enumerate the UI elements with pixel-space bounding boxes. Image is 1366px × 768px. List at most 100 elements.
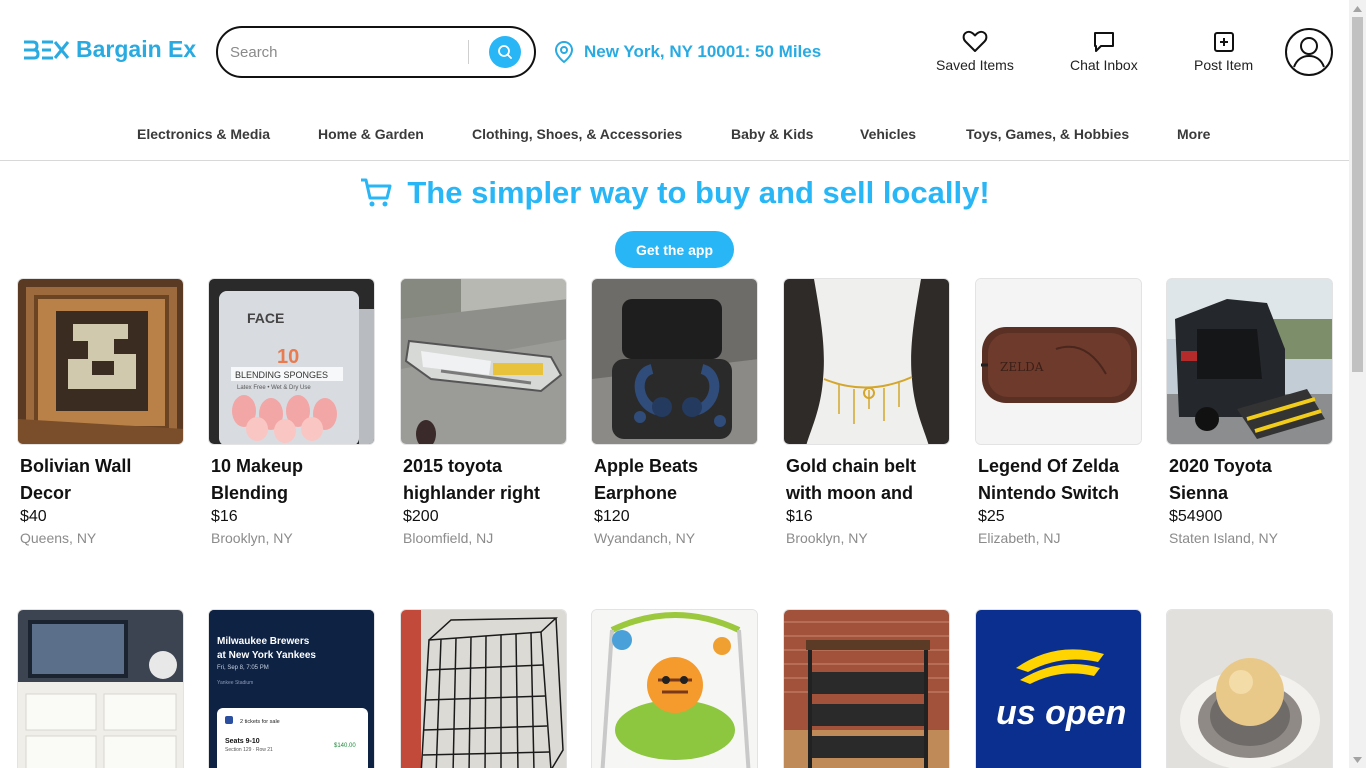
listing-image — [1166, 278, 1333, 445]
listing-card[interactable]: us open — [975, 609, 1142, 768]
listing-price: $54900 — [1169, 508, 1223, 525]
ticket-price-text: $140.00 — [334, 743, 356, 749]
listing-card[interactable]: ZELDA Legend Of Zelda Nintendo Switch $2… — [975, 278, 1142, 546]
listing-image — [783, 609, 950, 768]
listing-card[interactable] — [17, 609, 184, 768]
makeup-num-text: 10 — [277, 346, 299, 368]
listing-image — [17, 278, 184, 445]
search-icon — [498, 45, 512, 59]
listing-image: FACE 10 BLENDING SPONGES Latex Free • We… — [208, 278, 375, 445]
listing-card[interactable]: Gold chain belt with moon and $16 Brookl… — [783, 278, 950, 546]
brand-name: Bargain Ex — [76, 36, 197, 62]
heart-icon — [962, 30, 988, 52]
listing-location: Wyandanch, NY — [594, 530, 696, 546]
listing-location: Brooklyn, NY — [786, 530, 868, 546]
listing-title: 2020 Toyota Sienna — [1169, 456, 1272, 503]
listing-image — [1166, 609, 1333, 768]
listing-card[interactable] — [1166, 609, 1333, 768]
listing-price: $16 — [211, 508, 238, 525]
listing-title: Bolivian Wall Decor — [20, 456, 132, 503]
post-item-button[interactable]: Post Item — [1194, 30, 1253, 73]
category-toys-games[interactable]: Toys, Games, & Hobbies — [966, 126, 1129, 142]
listing-location: Staten Island, NY — [1169, 530, 1278, 546]
listing-image — [400, 278, 567, 445]
category-home-garden[interactable]: Home & Garden — [318, 126, 424, 142]
saved-items-button[interactable]: Saved Items — [936, 30, 1014, 73]
listing-price: $25 — [978, 508, 1005, 525]
site-logo[interactable]: Bargain Ex — [22, 36, 196, 63]
listing-card[interactable]: 2020 Toyota Sienna $54900 Staten Island,… — [1166, 278, 1333, 546]
site-header: Bargain Ex New York, NY 10001: 50 Miles … — [0, 0, 1349, 104]
search-bar — [216, 26, 536, 78]
listing-price: $120 — [594, 508, 630, 525]
page-scrollbar[interactable] — [1349, 0, 1366, 768]
listing-image — [783, 278, 950, 445]
listing-price: $40 — [20, 508, 47, 525]
ticket-section-text: Section 129 · Row 21 — [225, 747, 273, 753]
listing-title: 10 Makeup Blending — [211, 456, 304, 503]
get-the-app-button[interactable]: Get the app — [615, 231, 734, 268]
makeup-brand-text: FACE — [247, 310, 284, 326]
listing-card[interactable]: Apple Beats Earphone $120 Wyandanch, NY — [591, 278, 758, 546]
svg-text:at New York Yankees: at New York Yankees — [217, 650, 316, 661]
ticket-seats-text: Seats 9-10 — [225, 738, 260, 745]
shopping-cart-icon — [361, 178, 392, 207]
listing-card[interactable]: Milwaukee Brewers at New York Yankees Fr… — [208, 609, 375, 768]
promo-banner: The simpler way to buy and sell locally! — [0, 175, 1349, 211]
user-avatar[interactable] — [1284, 27, 1334, 77]
listing-card[interactable] — [591, 609, 758, 768]
category-baby-kids[interactable]: Baby & Kids — [731, 126, 813, 142]
location-label: New York, NY 10001: 50 Miles — [584, 42, 822, 61]
category-more[interactable]: More — [1177, 126, 1210, 142]
ticket-venue-text: Yankee Stadium — [217, 680, 253, 686]
listing-card[interactable] — [400, 609, 567, 768]
listing-title: 2015 toyota highlander right — [403, 456, 540, 503]
map-pin-icon — [554, 40, 574, 64]
search-input[interactable] — [230, 43, 468, 61]
ticket-date-text: Fri, Sep 8, 7:05 PM — [217, 665, 269, 671]
search-divider — [468, 40, 469, 64]
user-icon — [1285, 28, 1333, 76]
listing-card[interactable] — [783, 609, 950, 768]
svg-text:Milwaukee Brewers: Milwaukee Brewers — [217, 636, 310, 647]
category-clothing[interactable]: Clothing, Shoes, & Accessories — [472, 126, 682, 142]
usopen-logo-text: us open — [996, 694, 1126, 732]
chat-bubble-icon — [1093, 32, 1114, 52]
listing-image — [591, 609, 758, 768]
makeup-label-text: BLENDING SPONGES — [235, 370, 328, 380]
listing-image: us open — [975, 609, 1142, 768]
scroll-down-arrow-icon[interactable] — [1349, 751, 1366, 768]
listing-card[interactable]: FACE 10 BLENDING SPONGES Latex Free • We… — [208, 278, 375, 546]
scrollbar-thumb[interactable] — [1352, 17, 1363, 372]
listing-location: Queens, NY — [20, 530, 97, 546]
saved-items-label: Saved Items — [936, 57, 1014, 73]
listing-title: Gold chain belt with moon and — [786, 456, 917, 503]
listing-image: Milwaukee Brewers at New York Yankees Fr… — [208, 609, 375, 768]
listing-image: ZELDA — [975, 278, 1142, 445]
search-button[interactable] — [489, 36, 521, 68]
listing-location: Brooklyn, NY — [211, 530, 293, 546]
promo-title: The simpler way to buy and sell locally! — [407, 175, 990, 210]
listing-image — [17, 609, 184, 768]
plus-square-icon — [1213, 32, 1234, 52]
scroll-up-arrow-icon[interactable] — [1349, 0, 1366, 17]
listing-card[interactable]: 2015 toyota highlander right $200 Bloomf… — [400, 278, 567, 546]
chat-inbox-button[interactable]: Chat Inbox — [1070, 30, 1138, 73]
listing-title: Legend Of Zelda Nintendo Switch — [978, 456, 1120, 503]
category-electronics[interactable]: Electronics & Media — [137, 126, 270, 142]
bex-logo-icon — [24, 40, 70, 59]
listing-card[interactable]: Bolivian Wall Decor $40 Queens, NY — [17, 278, 184, 546]
listing-image — [591, 278, 758, 445]
listing-title: Apple Beats Earphone — [594, 456, 699, 503]
listing-image — [400, 609, 567, 768]
category-vehicles[interactable]: Vehicles — [860, 126, 916, 142]
listing-location: Elizabeth, NJ — [978, 530, 1061, 546]
ticket-count-text: 2 tickets for sale — [240, 719, 280, 725]
category-nav: Electronics & Media Home & Garden Clothi… — [0, 104, 1349, 161]
makeup-sub-text: Latex Free • Wet & Dry Use — [237, 385, 311, 391]
listing-price: $200 — [403, 508, 439, 525]
location-selector[interactable]: New York, NY 10001: 50 Miles — [554, 40, 821, 64]
chat-inbox-label: Chat Inbox — [1070, 57, 1138, 73]
post-item-label: Post Item — [1194, 57, 1254, 73]
listing-location: Bloomfield, NJ — [403, 530, 494, 546]
